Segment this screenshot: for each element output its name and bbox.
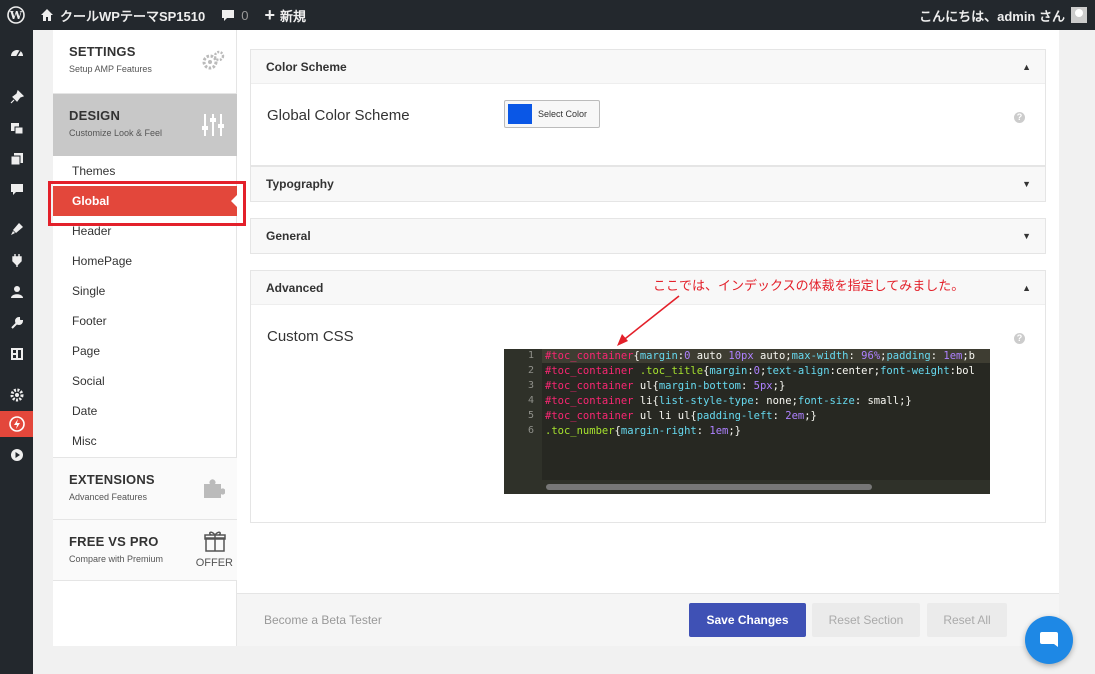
field-label: Global Color Scheme: [267, 107, 410, 124]
comments-icon[interactable]: [0, 176, 33, 202]
nav-section-settings[interactable]: SETTINGS Setup AMP Features: [53, 30, 237, 94]
section-subtitle: Setup AMP Features: [69, 64, 152, 74]
collapse-caret-icon: ▲: [1022, 282, 1031, 293]
nav-item-date[interactable]: Date: [53, 396, 237, 426]
line-number: 3: [527, 380, 534, 391]
avatar: [1071, 7, 1087, 23]
chat-button[interactable]: [1025, 616, 1073, 664]
nav-item-footer[interactable]: Footer: [53, 306, 237, 336]
panel-title: Typography: [266, 177, 334, 191]
tools-icon[interactable]: [0, 310, 33, 336]
code-line: #toc_container .toc_title{margin:0;text-…: [545, 365, 975, 377]
annotation-text: ここでは、インデックスの体裁を指定してみました。: [653, 278, 965, 293]
greeting: こんにちは、admin さん: [919, 8, 1065, 24]
help-icon[interactable]: ?: [1014, 112, 1025, 123]
admin-menu: [0, 30, 33, 674]
gift-icon: [197, 530, 233, 558]
select-color-label: Select Color: [538, 109, 588, 119]
code-line: .toc_number{margin-right: 1em;}: [545, 425, 742, 437]
admin-bar: W クールWPテーマSP1510 0 + 新規 こんにちは、admin さん: [0, 0, 1095, 30]
svg-text:W: W: [9, 9, 23, 22]
home-icon: [41, 9, 53, 21]
code-line: #toc_container ul li ul{padding-left: 2e…: [545, 410, 817, 422]
annotation-arrow-icon: [617, 295, 680, 346]
nav-section-extensions[interactable]: EXTENSIONS Advanced Features: [53, 457, 237, 519]
panel-header[interactable]: Color Scheme ▲: [251, 50, 1045, 84]
site-name: クールWPテーマSP1510: [60, 8, 206, 24]
beta-tester-link[interactable]: Become a Beta Tester: [264, 613, 382, 627]
sliders-icon: [201, 112, 225, 144]
new-label: 新規: [279, 8, 306, 24]
nav-item-single[interactable]: Single: [53, 276, 237, 306]
general-panel: General ▼: [250, 218, 1046, 254]
select-color-button[interactable]: Select Color: [504, 100, 600, 128]
nav-item-misc[interactable]: Misc: [53, 426, 237, 456]
line-number: 4: [527, 395, 534, 406]
help-icon[interactable]: ?: [1014, 333, 1025, 344]
wordpress-logo-icon[interactable]: W: [0, 0, 32, 30]
reset-all-button[interactable]: Reset All: [927, 603, 1007, 637]
nav-section-design[interactable]: DESIGN Customize Look & Feel: [53, 94, 237, 156]
appearance-icon[interactable]: [0, 216, 33, 242]
collapse-caret-icon: ▲: [1022, 61, 1031, 72]
code-line: #toc_container{margin:0 auto 10px auto;m…: [545, 350, 976, 362]
pages-icon[interactable]: [0, 146, 33, 172]
pin-icon[interactable]: [0, 84, 33, 110]
play-icon[interactable]: [0, 442, 33, 468]
plus-icon: +: [264, 5, 275, 25]
scrollbar-thumb[interactable]: [546, 484, 872, 490]
nav-item-page[interactable]: Page: [53, 336, 237, 366]
color-scheme-panel: Color Scheme ▲ Global Color Scheme Selec…: [250, 49, 1046, 166]
site-name-link[interactable]: クールWPテーマSP1510: [32, 0, 213, 30]
save-changes-button[interactable]: Save Changes: [689, 603, 806, 637]
panel-header[interactable]: General ▼: [251, 219, 1045, 253]
code-line: #toc_container li{list-style-type: none;…: [545, 395, 912, 407]
line-number: 6: [527, 425, 534, 436]
expand-caret-icon: ▼: [1022, 179, 1031, 189]
settings-icon[interactable]: [0, 382, 33, 408]
typography-panel: Typography ▼: [250, 166, 1046, 202]
chat-bubble-icon: [1040, 632, 1058, 647]
media-icon[interactable]: [0, 115, 33, 141]
new-content-link[interactable]: + 新規: [256, 0, 314, 30]
line-number: 5: [527, 410, 534, 421]
section-title: DESIGN: [69, 108, 121, 123]
nav-item-social[interactable]: Social: [53, 366, 237, 396]
panel-title: Color Scheme: [266, 59, 347, 74]
section-subtitle: Customize Look & Feel: [69, 128, 163, 138]
reset-section-button[interactable]: Reset Section: [812, 603, 920, 637]
code-line: #toc_container ul{margin-bottom: 5px;}: [545, 380, 786, 392]
dashboard-icon[interactable]: [0, 40, 33, 66]
options-footer: Become a Beta Tester Save Changes Reset …: [237, 593, 1059, 646]
expand-caret-icon: ▼: [1022, 231, 1031, 241]
puzzle-icon: [201, 476, 226, 506]
users-icon[interactable]: [0, 279, 33, 305]
amp-icon[interactable]: [0, 411, 33, 437]
line-number: 1: [527, 350, 534, 361]
line-number: 2: [527, 365, 534, 376]
offer-label: OFFER: [195, 557, 233, 569]
section-title: SETTINGS: [69, 44, 136, 59]
my-account[interactable]: こんにちは、admin さん: [919, 0, 1087, 30]
comment-bubble-icon: [222, 9, 235, 21]
plugins-icon[interactable]: [0, 247, 33, 273]
options-panel: SETTINGS Setup AMP Features DESIGN Custo…: [53, 30, 1059, 646]
section-title: EXTENSIONS: [69, 472, 155, 487]
field-label: Custom CSS: [267, 328, 354, 345]
section-subtitle: Advanced Features: [69, 492, 148, 502]
nav-section-freevspro[interactable]: FREE VS PRO Compare with Premium OFFER: [53, 519, 237, 581]
horizontal-scrollbar[interactable]: [542, 480, 990, 494]
widgets-icon[interactable]: [0, 341, 33, 367]
highlight-frame: [48, 181, 246, 226]
options-sidenav: SETTINGS Setup AMP Features DESIGN Custo…: [53, 30, 237, 646]
panel-title: Advanced: [266, 280, 324, 295]
gears-icon: [201, 50, 225, 78]
panel-header[interactable]: Typography ▼: [251, 167, 1045, 201]
comments-link[interactable]: 0: [213, 0, 256, 30]
panel-title: General: [266, 229, 311, 243]
color-swatch: [508, 104, 532, 124]
nav-item-homepage[interactable]: HomePage: [53, 246, 237, 276]
comments-count: 0: [241, 7, 249, 23]
custom-css-editor[interactable]: 1 2 3 4 5 6 #toc_container{margin:0 auto…: [504, 349, 990, 494]
